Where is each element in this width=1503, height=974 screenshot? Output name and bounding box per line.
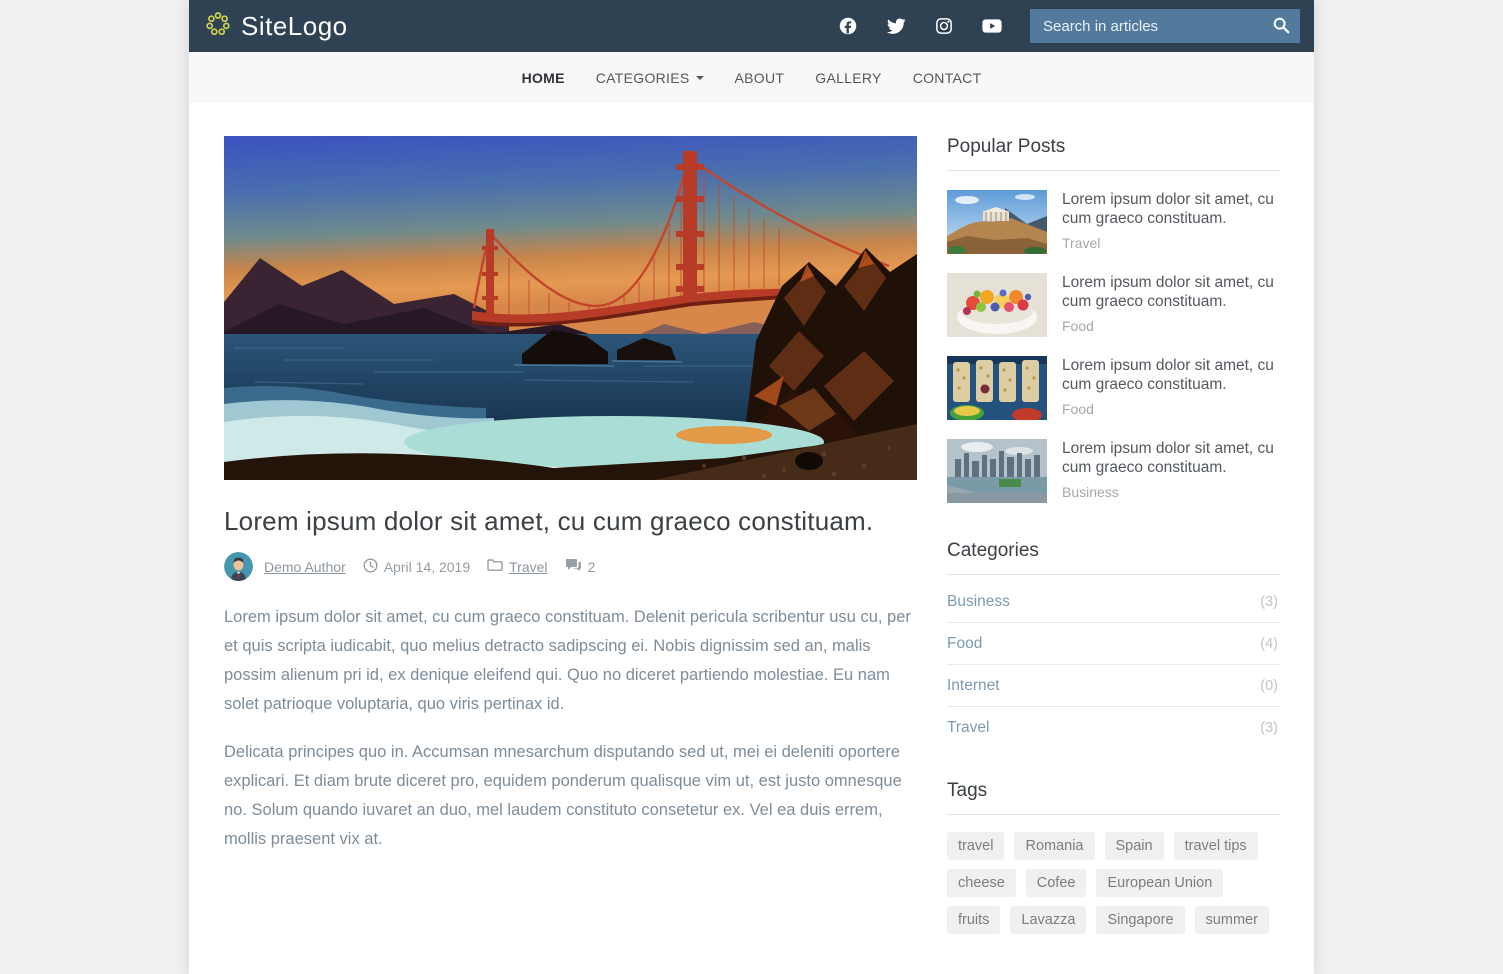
category-count: (0) [1260, 678, 1278, 694]
menu-item-home[interactable]: HOME [522, 70, 565, 86]
menu-item-gallery[interactable]: GALLERY [815, 70, 881, 86]
divider [947, 170, 1280, 171]
category-link[interactable]: Travel [509, 559, 547, 575]
popular-post-item[interactable]: Lorem ipsum dolor sit amet, cu cum graec… [947, 356, 1280, 420]
category-item-food[interactable]: Food (4) [947, 623, 1280, 665]
tag-cheese[interactable]: cheese [947, 869, 1016, 897]
menu-item-contact[interactable]: CONTACT [913, 70, 982, 86]
search-icon [1272, 16, 1290, 37]
menu-item-about[interactable]: ABOUT [735, 70, 785, 86]
content-area: Lorem ipsum dolor sit amet, cu cum graec… [189, 103, 1314, 974]
twitter-icon[interactable] [886, 18, 906, 35]
category-count: (3) [1260, 720, 1278, 736]
folder-icon [487, 558, 503, 575]
tag-lavazza[interactable]: Lavazza [1010, 906, 1087, 934]
article-paragraph: Lorem ipsum dolor sit amet, cu cum graec… [224, 608, 911, 713]
page-container: SiteLogo Search in articles HOME CATEGOR… [189, 0, 1314, 974]
category-meta: Travel [487, 558, 548, 575]
tag-european-union[interactable]: European Union [1096, 869, 1224, 897]
popular-post-thumbnail-acropolis [947, 190, 1047, 254]
instagram-icon[interactable] [935, 17, 953, 35]
comments-icon [565, 558, 582, 576]
divider [947, 814, 1280, 815]
menu-item-categories[interactable]: CATEGORIES [596, 70, 704, 86]
category-item-business[interactable]: Business (3) [947, 581, 1280, 623]
popular-posts-widget: Popular Posts Lorem ipsum dolor sit amet… [947, 136, 1280, 503]
search-submit-button[interactable] [1268, 16, 1300, 37]
article-body: Lorem ipsum dolor sit amet, cu cum graec… [224, 603, 917, 854]
hero-image-golden-gate-bridge [224, 136, 917, 480]
popular-post-item[interactable]: Lorem ipsum dolor sit amet, cu cum graec… [947, 190, 1280, 254]
logo-dots-icon [205, 11, 231, 42]
popular-post-title: Lorem ipsum dolor sit amet, cu cum graec… [1062, 357, 1274, 393]
sidebar: Popular Posts Lorem ipsum dolor sit amet… [947, 136, 1280, 934]
site-logo[interactable]: SiteLogo [205, 11, 348, 42]
tag-cloud: travel Romania Spain travel tips cheese … [947, 832, 1280, 934]
category-item-internet[interactable]: Internet (0) [947, 665, 1280, 707]
tag-cofee[interactable]: Cofee [1025, 869, 1087, 897]
top-navbar: SiteLogo [189, 0, 1314, 52]
popular-post-category: Travel [1062, 235, 1101, 251]
category-count: (3) [1260, 594, 1278, 610]
article-paragraph: Delicata principes quo in. Accumsan mnes… [224, 743, 902, 848]
tag-singapore[interactable]: Singapore [1096, 906, 1185, 934]
tag-spain[interactable]: Spain [1104, 832, 1164, 860]
popular-post-category: Food [1062, 401, 1094, 417]
caret-down-icon [695, 75, 704, 84]
article-title: Lorem ipsum dolor sit amet, cu cum graec… [224, 506, 874, 536]
popular-post-title: Lorem ipsum dolor sit amet, cu cum graec… [1062, 274, 1274, 310]
popular-post-thumbnail-fruit-salad [947, 273, 1047, 337]
tag-fruits[interactable]: fruits [947, 906, 1001, 934]
comments-meta: 2 [565, 558, 596, 576]
tag-travel-tips[interactable]: travel tips [1173, 832, 1258, 860]
popular-post-category: Business [1062, 484, 1119, 500]
tags-heading: Tags [947, 780, 988, 801]
popular-posts-heading: Popular Posts [947, 136, 1066, 157]
author-meta: Demo Author [264, 559, 346, 575]
publish-date: April 14, 2019 [383, 558, 471, 575]
comments-count: 2 [587, 558, 596, 575]
tag-travel[interactable]: travel [947, 832, 1005, 860]
article-column: Lorem ipsum dolor sit amet, cu cum graec… [224, 136, 917, 934]
search-input[interactable] [1030, 17, 1268, 35]
popular-post-thumbnail-food-trays [947, 356, 1047, 420]
author-avatar [224, 552, 253, 581]
date-meta: April 14, 2019 [363, 557, 471, 576]
popular-post-title: Lorem ipsum dolor sit amet, cu cum graec… [1062, 191, 1274, 227]
tag-romania[interactable]: Romania [1014, 832, 1095, 860]
clock-icon [363, 557, 378, 576]
tag-summer[interactable]: summer [1194, 906, 1269, 934]
site-logo-text: SiteLogo [241, 10, 348, 41]
author-link[interactable]: Demo Author [264, 559, 346, 575]
facebook-icon[interactable] [839, 17, 857, 35]
categories-heading: Categories [947, 540, 1039, 561]
divider [947, 574, 1280, 575]
main-menu: HOME CATEGORIES ABOUT GALLERY CONTACT [189, 52, 1314, 103]
tags-widget: Tags travel Romania Spain travel tips ch… [947, 780, 1280, 934]
popular-post-title: Lorem ipsum dolor sit amet, cu cum graec… [1062, 440, 1274, 476]
category-list: Business (3) Food (4) Internet (0) Trave… [947, 581, 1280, 748]
category-item-travel[interactable]: Travel (3) [947, 707, 1280, 748]
popular-post-item[interactable]: Lorem ipsum dolor sit amet, cu cum graec… [947, 273, 1280, 337]
popular-post-category: Food [1062, 318, 1094, 334]
category-count: (4) [1260, 636, 1278, 652]
social-links [839, 17, 1002, 35]
search-bar [1030, 9, 1300, 43]
topbar-right-group [839, 9, 1300, 43]
categories-widget: Categories Business (3) Food (4) Interne… [947, 540, 1280, 748]
popular-post-item[interactable]: Lorem ipsum dolor sit amet, cu cum graec… [947, 439, 1280, 503]
youtube-icon[interactable] [982, 18, 1002, 34]
article-meta: Demo Author April 14, 2019 Travel 2 [224, 552, 917, 581]
popular-post-thumbnail-singapore [947, 439, 1047, 503]
